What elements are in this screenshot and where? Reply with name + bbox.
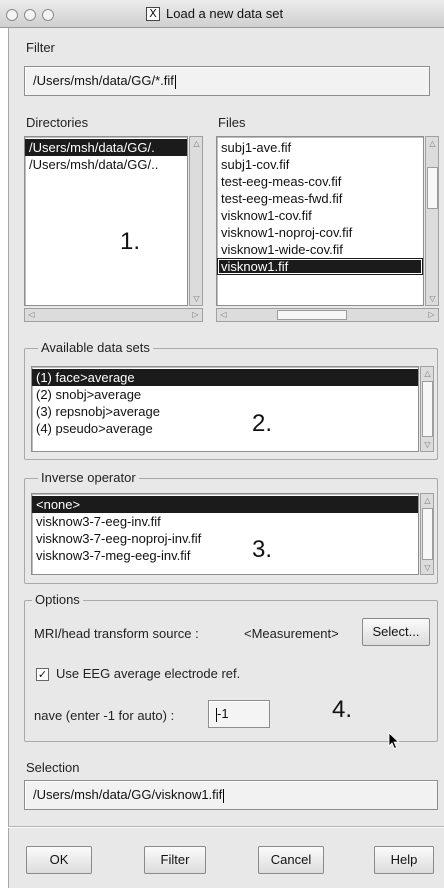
scroll-down-arrow-icon[interactable]: ▽ — [191, 292, 202, 305]
scroll-down-arrow-icon[interactable]: ▽ — [427, 292, 438, 305]
scroll-down-arrow-icon[interactable]: ▽ — [422, 438, 433, 451]
eeg-average-ref-checkbox[interactable]: ✓ — [36, 668, 49, 681]
file-item[interactable]: subj1-ave.fif — [217, 139, 423, 156]
file-item[interactable]: visknow1-cov.fif — [217, 207, 423, 224]
filter-button[interactable]: Filter — [144, 846, 206, 874]
nave-input[interactable]: -1 — [208, 700, 270, 728]
datasets-vscroll[interactable]: △ ▽ — [420, 366, 434, 452]
directories-label: Directories — [26, 115, 89, 130]
nave-input-value: -1 — [217, 706, 229, 721]
directory-item[interactable]: /Users/msh/data/GG/.. — [25, 156, 187, 173]
files-list[interactable]: subj1-ave.fif subj1-cov.fif test-eeg-mea… — [216, 136, 424, 306]
filter-input-value: /Users/msh/data/GG/*.fif — [33, 73, 174, 88]
x11-icon: X — [146, 7, 160, 21]
ok-button[interactable]: OK — [26, 846, 92, 874]
files-label: Files — [218, 115, 246, 130]
files-vscroll[interactable]: △ ▽ — [425, 136, 439, 306]
file-item[interactable]: visknow1-wide-cov.fif — [217, 241, 423, 258]
selection-input-value: /Users/msh/data/GG/visknow1.fif — [33, 787, 223, 802]
dataset-item[interactable]: (2) snobj>average — [32, 386, 418, 403]
inverse-group-title: Inverse operator — [38, 470, 139, 485]
scroll-down-arrow-icon[interactable]: ▽ — [422, 561, 433, 574]
mri-transform-value: <Measurement> — [244, 626, 339, 641]
separator — [8, 826, 444, 828]
selection-input[interactable]: /Users/msh/data/GG/visknow1.fif — [24, 780, 438, 810]
scroll-right-arrow-icon[interactable]: ▷ — [189, 309, 202, 321]
eeg-average-ref-label: Use EEG average electrode ref. — [56, 666, 241, 681]
cancel-button[interactable]: Cancel — [258, 846, 324, 874]
dataset-item[interactable]: (3) repsnobj>average — [32, 403, 418, 420]
files-hscroll[interactable]: ◁ ▷ — [216, 308, 439, 322]
text-caret — [223, 788, 225, 803]
close-window-button[interactable] — [6, 9, 18, 21]
text-caret — [174, 74, 176, 89]
directories-list[interactable]: /Users/msh/data/GG/. /Users/msh/data/GG/… — [24, 136, 188, 306]
filter-input[interactable]: /Users/msh/data/GG/*.fif — [24, 66, 430, 96]
file-item[interactable]: subj1-cov.fif — [217, 156, 423, 173]
annotation-3: 3. — [252, 536, 273, 563]
scroll-thumb[interactable] — [422, 508, 433, 560]
annotation-1: 1. — [120, 228, 141, 255]
scroll-up-arrow-icon[interactable]: △ — [191, 137, 202, 150]
scroll-thumb[interactable] — [422, 381, 433, 437]
inverse-vscroll[interactable]: △ ▽ — [420, 493, 434, 575]
file-item[interactable]: test-eeg-meas-fwd.fif — [217, 190, 423, 207]
directories-hscroll[interactable]: ◁ ▷ — [24, 308, 203, 322]
minimize-window-button[interactable] — [24, 9, 36, 21]
nave-label: nave (enter -1 for auto) : — [34, 708, 175, 723]
filter-label: Filter — [26, 40, 55, 55]
scroll-right-arrow-icon[interactable]: ▷ — [425, 309, 438, 321]
annotation-4: 4. — [332, 696, 353, 723]
mouse-pointer-icon — [388, 732, 400, 750]
datasets-list[interactable]: (1) face>average (2) snobj>average (3) r… — [31, 366, 419, 452]
annotation-2: 2. — [252, 410, 273, 437]
inverse-list[interactable]: <none> visknow3-7-eeg-inv.fif visknow3-7… — [31, 493, 419, 575]
mri-transform-label: MRI/head transform source : — [34, 626, 199, 641]
options-group-title: Options — [32, 592, 83, 607]
scroll-up-arrow-icon[interactable]: △ — [422, 367, 433, 380]
select-transform-button[interactable]: Select... — [362, 618, 430, 646]
dataset-item[interactable]: (4) pseudo>average — [32, 420, 418, 437]
zoom-window-button[interactable] — [42, 9, 54, 21]
inverse-item[interactable]: visknow3-7-meg-eeg-inv.fif — [32, 547, 418, 564]
scroll-left-arrow-icon[interactable]: ◁ — [217, 309, 230, 321]
inverse-item[interactable]: visknow3-7-eeg-noproj-inv.fif — [32, 530, 418, 547]
datasets-group-title: Available data sets — [38, 340, 153, 355]
inverse-item[interactable]: visknow3-7-eeg-inv.fif — [32, 513, 418, 530]
file-item[interactable]: test-eeg-meas-cov.fif — [217, 173, 423, 190]
help-button[interactable]: Help — [374, 846, 434, 874]
scroll-left-arrow-icon[interactable]: ◁ — [25, 309, 38, 321]
selection-label: Selection — [26, 760, 80, 775]
file-item[interactable]: visknow1.fif — [217, 258, 423, 275]
directory-item[interactable]: /Users/msh/data/GG/. — [25, 139, 187, 156]
scroll-thumb[interactable] — [277, 310, 347, 320]
scroll-up-arrow-icon[interactable]: △ — [427, 137, 438, 150]
directories-vscroll[interactable]: △ ▽ — [189, 136, 203, 306]
window-title: Load a new data set — [166, 6, 284, 21]
scroll-thumb[interactable] — [427, 167, 438, 209]
dataset-item[interactable]: (1) face>average — [32, 369, 418, 386]
inverse-item[interactable]: <none> — [32, 496, 418, 513]
file-item[interactable]: visknow1-noproj-cov.fif — [217, 224, 423, 241]
scroll-up-arrow-icon[interactable]: △ — [422, 494, 433, 507]
